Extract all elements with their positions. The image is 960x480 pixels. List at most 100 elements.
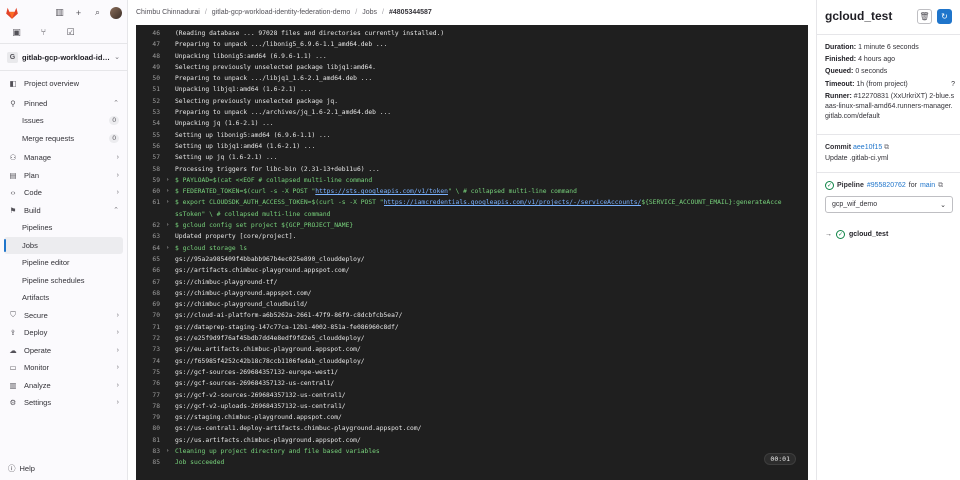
sidebar-item-plan[interactable]: ▤ Plan › — [0, 167, 127, 185]
create-new-icon[interactable]: + — [72, 6, 85, 19]
sidebar-item-pipeline-editor[interactable]: Pipeline editor — [0, 254, 127, 272]
avatar[interactable] — [110, 6, 122, 19]
sidebar-item-pipelines[interactable]: Pipelines — [0, 219, 127, 237]
chevron-right-icon[interactable]: › — [166, 446, 175, 457]
line-number[interactable]: 72 — [136, 333, 166, 344]
breadcrumb-item[interactable]: #4805344587 — [389, 9, 432, 16]
line-number[interactable]: 71 — [136, 322, 166, 333]
line-number[interactable]: 66 — [136, 265, 166, 276]
log-line-collapsible[interactable]: 83 › Cleaning up project directory and fil… — [136, 446, 808, 457]
sidebar-item-merge-requests[interactable]: Merge requests 0 — [0, 130, 127, 148]
sidebar-item-operate[interactable]: ☁ Operate › — [0, 342, 127, 360]
sidebar-item-jobs[interactable]: Jobs — [4, 236, 123, 254]
line-number[interactable]: 53 — [136, 107, 166, 118]
chevron-right-icon[interactable]: › — [166, 243, 175, 254]
sidebar-item-issues[interactable]: Issues 0 — [0, 112, 127, 130]
sidebar-item-label: Code — [24, 188, 42, 198]
breadcrumb-item[interactable]: gitlab-gcp-workload-identity-federation-… — [212, 9, 351, 16]
line-number[interactable]: 51 — [136, 84, 166, 95]
line-number[interactable]: 63 — [136, 231, 166, 242]
log-line-collapsible[interactable]: 61 › $ export CLOUDSDK_AUTH_ACCESS_TOKEN=$… — [136, 197, 808, 208]
line-number[interactable]: 77 — [136, 390, 166, 401]
log-text: Preparing to unpack .../archives/jq_1.6-… — [175, 109, 392, 117]
sidebar-item-monitor[interactable]: ▭ Monitor › — [0, 359, 127, 377]
line-number[interactable]: 58 — [136, 164, 166, 175]
log-link[interactable]: https://sts.googleapis.com/v1/token — [315, 186, 448, 197]
sidebar-item-code[interactable]: ‹› Code › — [0, 184, 127, 202]
help-link[interactable]: ⓘ Help — [8, 463, 35, 474]
job-list-item[interactable]: → ✓ gcloud_test — [825, 230, 888, 239]
sidebar-item-deploy[interactable]: ⇪ Deploy › — [0, 324, 127, 342]
gitlab-logo-icon[interactable] — [5, 6, 19, 20]
log-line-collapsible[interactable]: 62 › $ gcloud config set project ${GCP_PRO… — [136, 220, 808, 231]
line-number[interactable]: 83 — [136, 446, 166, 457]
copy-icon[interactable]: ⧉ — [938, 182, 943, 190]
chevron-right-icon[interactable]: › — [166, 186, 175, 197]
line-number[interactable]: 65 — [136, 254, 166, 265]
line-number[interactable]: 81 — [136, 435, 166, 446]
sidebar-item-manage[interactable]: ⚇ Manage › — [0, 149, 127, 167]
project-switcher[interactable]: G gitlab-gcp-workload-ide... ⌄ — [4, 48, 123, 66]
sidebar-item-pinned[interactable]: ⚲ Pinned ⌃ — [0, 95, 127, 113]
sidebar-item-build[interactable]: ⚑ Build ⌃ — [0, 202, 127, 220]
line-number[interactable]: 61 — [136, 197, 166, 208]
chevron-right-icon[interactable]: › — [166, 175, 175, 186]
line-number[interactable]: 54 — [136, 118, 166, 129]
retry-button[interactable]: ↻ — [937, 9, 952, 24]
erase-log-button[interactable]: 🗑 — [917, 9, 932, 24]
line-number[interactable]: 55 — [136, 130, 166, 141]
breadcrumb-item[interactable]: Chimbu Chinnadurai — [136, 9, 200, 16]
sidebar-item-settings[interactable]: ⚙ Settings › — [0, 394, 127, 412]
line-number[interactable]: 67 — [136, 277, 166, 288]
log-line-collapsible[interactable]: 64 › $ gcloud storage ls — [136, 243, 808, 254]
line-number[interactable]: 79 — [136, 412, 166, 423]
todo-icon[interactable]: ☑ — [64, 26, 77, 39]
line-number[interactable]: 69 — [136, 299, 166, 310]
line-number[interactable]: 85 — [136, 457, 166, 468]
job-log[interactable]: 46 (Reading database ... 97028 files and … — [136, 25, 808, 480]
line-number[interactable]: 46 — [136, 28, 166, 39]
line-number[interactable]: 60 — [136, 186, 166, 197]
merge-request-icon[interactable]: ⑂ — [37, 26, 50, 39]
sidebar-item-artifacts[interactable]: Artifacts — [0, 289, 127, 307]
line-number[interactable]: 68 — [136, 288, 166, 299]
line-number[interactable]: 52 — [136, 96, 166, 107]
line-number[interactable]: 56 — [136, 141, 166, 152]
line-number[interactable]: 78 — [136, 401, 166, 412]
line-number[interactable]: 49 — [136, 62, 166, 73]
log-line-collapsible[interactable]: 59 › $ PAYLOAD=$(cat <<EOF # collapsed mul… — [136, 175, 808, 186]
sidebar-item-project-overview[interactable]: ◧ Project overview — [0, 75, 127, 93]
sidebar-toggle-icon[interactable]: ▥ — [53, 6, 66, 19]
search-icon[interactable]: ⌕ — [91, 6, 104, 19]
line-number[interactable]: 62 — [136, 220, 166, 231]
log-link[interactable]: https://iamcredentials.googleapis.com/v1… — [384, 197, 642, 208]
issues-icon[interactable]: ▣ — [10, 26, 23, 39]
log-line-collapsible[interactable]: 60 › $ FEDERATED_TOKEN=$(curl -s -X POST "… — [136, 186, 808, 197]
line-number[interactable]: 57 — [136, 152, 166, 163]
sidebar-item-analyze[interactable]: ▥ Analyze › — [0, 377, 127, 395]
line-number[interactable]: 59 — [136, 175, 166, 186]
line-number[interactable]: 76 — [136, 378, 166, 389]
line-number[interactable]: 73 — [136, 344, 166, 355]
sidebar-item-secure[interactable]: ⛉ Secure › — [0, 307, 127, 325]
sidebar-item-pipeline-schedules[interactable]: Pipeline schedules — [0, 272, 127, 290]
line-number[interactable]: 70 — [136, 310, 166, 321]
line-number[interactable]: 48 — [136, 51, 166, 62]
line-number[interactable]: 75 — [136, 367, 166, 378]
copy-icon[interactable]: ⧉ — [884, 144, 889, 151]
help-icon[interactable]: ? — [951, 79, 955, 91]
branch-link[interactable]: main — [920, 182, 935, 189]
stage-select[interactable]: gcp_wif_demo ⌄ — [825, 196, 953, 213]
line-number[interactable]: 74 — [136, 356, 166, 367]
line-number[interactable]: 50 — [136, 73, 166, 84]
status-success-icon[interactable]: ✓ — [825, 181, 834, 190]
chevron-right-icon[interactable]: › — [166, 197, 175, 208]
breadcrumb-item[interactable]: Jobs — [362, 9, 377, 16]
log-text: Selecting previously unselected package … — [175, 97, 339, 105]
commit-sha-link[interactable]: aee10f15 — [853, 144, 882, 151]
line-number[interactable]: 80 — [136, 423, 166, 434]
chevron-right-icon[interactable]: › — [166, 220, 175, 231]
line-number[interactable]: 64 — [136, 243, 166, 254]
pipeline-link[interactable]: #955820762 — [867, 182, 906, 189]
line-number[interactable]: 47 — [136, 39, 166, 50]
